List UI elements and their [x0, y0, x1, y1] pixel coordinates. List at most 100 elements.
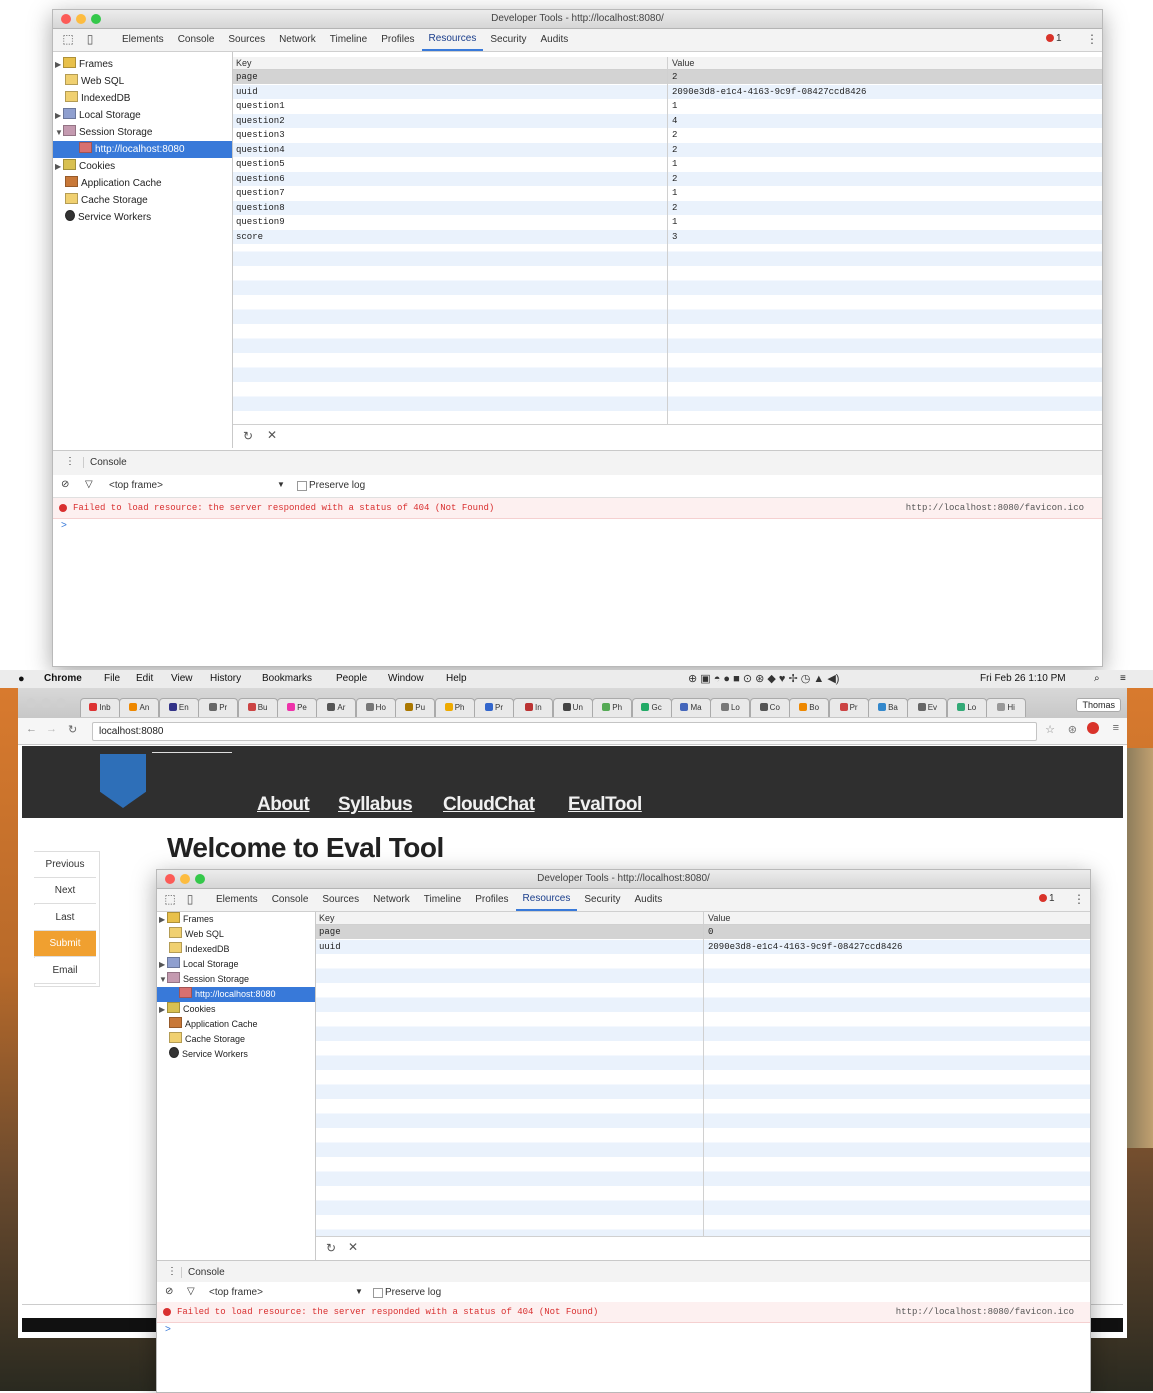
device-mode-icon[interactable]: ▯ — [83, 32, 97, 46]
delete-icon[interactable]: ✕ — [348, 1240, 358, 1254]
minimize-window-button[interactable] — [41, 698, 51, 708]
tab-profiles[interactable]: Profiles — [468, 889, 515, 911]
tab-timeline[interactable]: Timeline — [417, 889, 468, 911]
tab-network[interactable]: Network — [272, 29, 323, 51]
tab-resources[interactable]: Resources — [421, 29, 484, 51]
browser-tab[interactable]: Ph — [592, 698, 633, 717]
refresh-icon[interactable]: ↻ — [243, 429, 253, 443]
url-input[interactable]: localhost:8080 — [92, 722, 1037, 741]
tree-item-cache-storage[interactable]: Cache Storage — [53, 192, 232, 209]
browser-tab[interactable]: En — [158, 698, 199, 717]
tree-item-service-workers[interactable]: Service Workers — [157, 1047, 315, 1062]
column-divider[interactable] — [667, 57, 668, 424]
more-options-icon[interactable]: ⋮ — [1086, 32, 1098, 46]
chrome-menu-icon[interactable]: ≡ — [1113, 722, 1119, 734]
browser-tab[interactable]: Bo — [789, 698, 830, 717]
console-prompt[interactable]: > — [165, 1324, 171, 1335]
nav-syllabus[interactable]: Syllabus — [338, 794, 413, 816]
tree-item-session-localhost[interactable]: http://localhost:8080 — [157, 987, 315, 1002]
menu-bookmarks[interactable]: Bookmarks — [262, 673, 312, 684]
value-column-header[interactable]: Value — [672, 57, 694, 69]
frame-select[interactable]: <top frame> — [109, 480, 163, 491]
tree-item-cache-storage[interactable]: Cache Storage — [157, 1032, 315, 1047]
logo-shield[interactable] — [100, 754, 146, 808]
tree-item-cookies[interactable]: ▶ Cookies — [53, 158, 232, 175]
extension-icon[interactable]: ⊛ — [1068, 723, 1077, 736]
bookmark-star-icon[interactable]: ☆ — [1045, 723, 1055, 736]
menu-history[interactable]: History — [210, 673, 241, 684]
browser-tab[interactable]: Pu — [395, 698, 436, 717]
tab-network[interactable]: Network — [366, 889, 417, 911]
browser-tab[interactable]: Bu — [237, 698, 278, 717]
more-options-icon[interactable]: ⋮ — [1073, 892, 1085, 906]
browser-tab[interactable]: Lo — [946, 698, 987, 717]
menu-view[interactable]: View — [171, 673, 193, 684]
tab-console[interactable]: Console — [171, 29, 222, 51]
chevron-down-icon[interactable]: ▼ — [355, 1287, 363, 1296]
browser-tab[interactable]: Ph — [434, 698, 475, 717]
clear-console-icon[interactable]: ⊘ — [165, 1286, 173, 1297]
tree-item-application-cache[interactable]: Application Cache — [157, 1017, 315, 1032]
close-window-button[interactable] — [26, 698, 36, 708]
browser-tab[interactable]: Pe — [277, 698, 317, 717]
value-column-header[interactable]: Value — [708, 912, 730, 924]
adblock-icon[interactable] — [1087, 722, 1099, 734]
next-button[interactable]: Next — [34, 878, 96, 904]
tree-item-indexeddb[interactable]: IndexedDB — [53, 90, 232, 107]
tree-item-web-sql[interactable]: Web SQL — [157, 927, 315, 942]
status-icons[interactable]: ⊕ ▣ ◓ ● ■ ⊙ ⊛ ◆ ♥ ✢ ◷ ▲ ◀) — [688, 672, 839, 685]
nav-about[interactable]: About — [257, 794, 310, 816]
tab-sources[interactable]: Sources — [315, 889, 366, 911]
tree-item-web-sql[interactable]: Web SQL — [53, 73, 232, 90]
filter-icon[interactable]: ▽ — [85, 479, 93, 490]
nav-cloudchat[interactable]: CloudChat — [443, 794, 535, 816]
inspect-element-icon[interactable]: ⬚ — [61, 32, 75, 46]
key-column-header[interactable]: Key — [319, 912, 335, 924]
tree-item-session-localhost[interactable]: http://localhost:8080 — [53, 141, 232, 158]
preserve-log-checkbox[interactable] — [297, 481, 307, 491]
back-icon[interactable]: ← — [26, 723, 37, 735]
browser-tab[interactable]: Pr — [828, 698, 869, 717]
tab-audits[interactable]: Audits — [627, 889, 669, 911]
window-titlebar[interactable]: Developer Tools - http://localhost:8080/ — [53, 10, 1102, 29]
browser-tab[interactable]: Un — [552, 698, 593, 717]
drawer-menu-icon[interactable]: ⋮ — [65, 456, 75, 467]
tab-elements[interactable]: Elements — [209, 889, 265, 911]
maximize-window-button[interactable] — [56, 698, 66, 708]
tab-console[interactable]: Console — [265, 889, 316, 911]
tab-timeline[interactable]: Timeline — [323, 29, 374, 51]
refresh-icon[interactable]: ↻ — [326, 1241, 336, 1255]
browser-tab[interactable]: Pr — [474, 698, 514, 717]
browser-tab[interactable]: In — [513, 698, 554, 717]
profile-button[interactable]: Thomas — [1076, 698, 1121, 712]
reload-icon[interactable]: ↻ — [68, 723, 77, 736]
notification-center-icon[interactable]: ≡ — [1120, 673, 1126, 684]
console-prompt[interactable]: > — [61, 520, 67, 531]
tree-item-session-storage[interactable]: ▼ Session Storage — [53, 124, 232, 141]
window-titlebar[interactable]: Developer Tools - http://localhost:8080/ — [157, 870, 1090, 889]
tree-item-indexeddb[interactable]: IndexedDB — [157, 942, 315, 957]
tree-item-session-storage[interactable]: ▼ Session Storage — [157, 972, 315, 987]
tree-item-cookies[interactable]: ▶ Cookies — [157, 1002, 315, 1017]
filter-icon[interactable]: ▽ — [187, 1286, 195, 1297]
menu-people[interactable]: People — [336, 673, 367, 684]
clear-console-icon[interactable]: ⊘ — [61, 479, 69, 490]
tab-security[interactable]: Security — [577, 889, 627, 911]
submit-button[interactable]: Submit — [34, 931, 96, 957]
menu-chrome[interactable]: Chrome — [44, 673, 82, 684]
spotlight-icon[interactable]: ⌕ — [1094, 673, 1100, 684]
tab-elements[interactable]: Elements — [115, 29, 171, 51]
browser-tab[interactable]: Ev — [907, 698, 948, 717]
tab-sources[interactable]: Sources — [221, 29, 272, 51]
browser-tab[interactable]: Gc — [631, 698, 672, 717]
inspect-element-icon[interactable]: ⬚ — [163, 892, 177, 906]
browser-tab[interactable]: Ba — [868, 698, 908, 717]
error-counter[interactable]: 1 — [1046, 33, 1062, 44]
browser-tab[interactable]: Pr — [198, 698, 239, 717]
error-counter[interactable]: 1 — [1039, 893, 1055, 904]
tree-item-frames[interactable]: ▶ Frames — [53, 56, 232, 73]
error-source-link[interactable]: http://localhost:8080/favicon.ico — [896, 1302, 1074, 1322]
tab-console-drawer[interactable]: Console — [83, 457, 127, 468]
key-column-header[interactable]: Key — [236, 57, 252, 69]
browser-tab[interactable]: Ar — [316, 698, 357, 717]
